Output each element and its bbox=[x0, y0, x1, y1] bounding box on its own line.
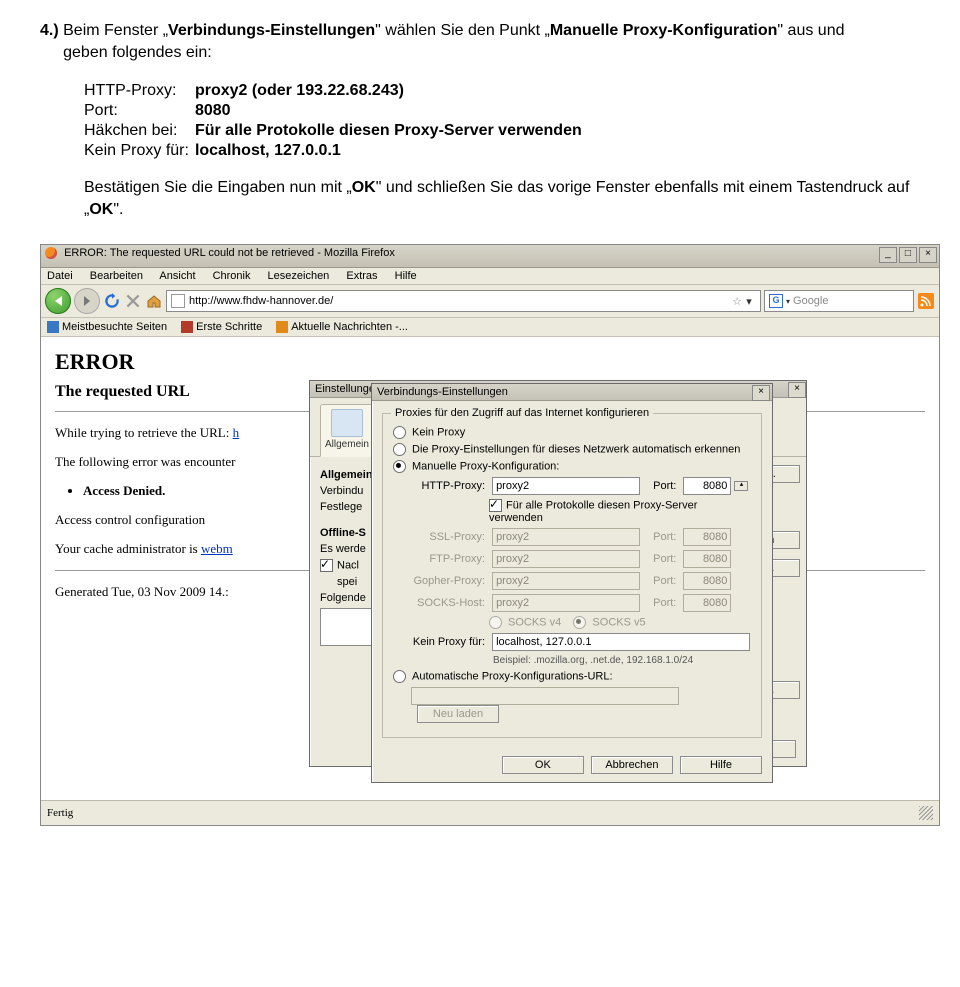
all-protocols-checkbox[interactable] bbox=[489, 499, 502, 512]
search-placeholder: Google bbox=[793, 295, 828, 307]
tab-allgemein[interactable]: Allgemein bbox=[320, 404, 374, 457]
feed-icon bbox=[918, 293, 934, 309]
maximize-button[interactable]: □ bbox=[899, 247, 917, 263]
settings-table: HTTP-Proxy:proxy2 (oder 193.22.68.243) P… bbox=[84, 81, 588, 161]
home-icon bbox=[146, 293, 162, 309]
reload-button[interactable]: Neu laden bbox=[417, 705, 499, 723]
bookmark-most-visited[interactable]: Meistbesuchte Seiten bbox=[47, 321, 167, 333]
close-icon[interactable]: × bbox=[752, 385, 770, 401]
stop-icon bbox=[124, 292, 142, 310]
no-proxy-hint: Beispiel: .mozilla.org, .net.de, 192.168… bbox=[493, 655, 751, 666]
page-icon bbox=[171, 294, 185, 308]
radio-auto-detect[interactable] bbox=[393, 443, 406, 456]
arrow-left-icon bbox=[55, 296, 62, 306]
ssl-port-field: 8080 bbox=[683, 528, 731, 546]
url-bar[interactable]: http://www.fhdw-hannover.de/ ☆ ▾ bbox=[166, 290, 761, 312]
http-port-field[interactable]: 8080 bbox=[683, 477, 731, 495]
radio-manual-proxy[interactable] bbox=[393, 460, 406, 473]
toolbar: http://www.fhdw-hannover.de/ ☆ ▾ G▾ Goog… bbox=[41, 285, 939, 318]
gopher-port-field: 8080 bbox=[683, 572, 731, 590]
arrow-right-icon bbox=[84, 296, 90, 306]
radio-auto-config-url[interactable] bbox=[393, 670, 406, 683]
error-heading: ERROR bbox=[55, 349, 925, 375]
ok-button[interactable]: OK bbox=[502, 756, 584, 774]
bookmarks-bar: Meistbesuchte Seiten Erste Schritte Aktu… bbox=[41, 318, 939, 337]
menu-hilfe[interactable]: Hilfe bbox=[395, 270, 417, 282]
ftp-proxy-field: proxy2 bbox=[492, 550, 640, 568]
radio-no-proxy[interactable] bbox=[393, 426, 406, 439]
no-proxy-field[interactable]: localhost, 127.0.0.1 bbox=[492, 633, 750, 651]
stop-button[interactable] bbox=[124, 292, 142, 310]
socks-host-field: proxy2 bbox=[492, 594, 640, 612]
resize-grip-icon[interactable] bbox=[919, 806, 933, 820]
bookmark-icon bbox=[276, 321, 288, 333]
search-box[interactable]: G▾ Google bbox=[764, 290, 914, 312]
back-button[interactable] bbox=[45, 288, 71, 314]
ssl-proxy-field: proxy2 bbox=[492, 528, 640, 546]
proxy-group-legend: Proxies für den Zugriff auf das Internet… bbox=[391, 407, 653, 419]
tab-icon bbox=[331, 409, 363, 437]
firefox-icon bbox=[45, 247, 57, 259]
webmaster-link[interactable]: webm bbox=[201, 541, 233, 556]
help-button[interactable]: Hilfe bbox=[680, 756, 762, 774]
close-button[interactable]: × bbox=[919, 247, 937, 263]
socks-port-field: 8080 bbox=[683, 594, 731, 612]
url-dropdown-icon[interactable]: ▾ bbox=[742, 295, 756, 308]
bookmark-news[interactable]: Aktuelle Nachrichten -... bbox=[276, 321, 408, 333]
confirm-text: Bestätigen Sie die Eingaben nun mit „OK"… bbox=[84, 177, 920, 220]
reload-icon bbox=[103, 292, 121, 310]
feed-button[interactable] bbox=[917, 292, 935, 310]
radio-socks-v5[interactable] bbox=[573, 616, 586, 629]
http-proxy-field[interactable]: proxy2 bbox=[492, 477, 640, 495]
ftp-port-field: 8080 bbox=[683, 550, 731, 568]
url-text: http://www.fhdw-hannover.de/ bbox=[189, 295, 728, 307]
home-button[interactable] bbox=[145, 292, 163, 310]
minimize-button[interactable]: _ bbox=[879, 247, 897, 263]
menu-chronik[interactable]: Chronik bbox=[213, 270, 251, 282]
bookmark-icon bbox=[181, 321, 193, 333]
bookmark-icon bbox=[47, 321, 59, 333]
gopher-proxy-field: proxy2 bbox=[492, 572, 640, 590]
status-text: Fertig bbox=[47, 807, 73, 819]
window-title: ERROR: The requested URL could not be re… bbox=[64, 247, 395, 259]
connection-settings-dialog[interactable]: Verbindungs-Einstellungen × Proxies für … bbox=[371, 383, 773, 783]
step-intro: 4.) Beim Fenster „Verbindungs-Einstellun… bbox=[40, 20, 920, 63]
bookmark-star-icon[interactable]: ☆ bbox=[732, 295, 742, 308]
auto-config-url-field bbox=[411, 687, 679, 705]
status-bar: Fertig bbox=[41, 800, 939, 825]
radio-socks-v4[interactable] bbox=[489, 616, 502, 629]
menubar[interactable]: Datei Bearbeiten Ansicht Chronik Lesezei… bbox=[41, 268, 939, 285]
list-field[interactable] bbox=[320, 608, 372, 646]
cancel-button[interactable]: Abbrechen bbox=[591, 756, 673, 774]
close-icon[interactable]: × bbox=[788, 382, 806, 398]
reload-button[interactable] bbox=[103, 292, 121, 310]
error-url-link[interactable]: h bbox=[233, 425, 240, 440]
titlebar[interactable]: ERROR: The requested URL could not be re… bbox=[41, 245, 939, 268]
connection-dialog-title[interactable]: Verbindungs-Einstellungen × bbox=[372, 384, 772, 401]
menu-ansicht[interactable]: Ansicht bbox=[159, 270, 195, 282]
menu-datei[interactable]: Datei bbox=[47, 270, 73, 282]
menu-bearbeiten[interactable]: Bearbeiten bbox=[90, 270, 143, 282]
firefox-window: ERROR: The requested URL could not be re… bbox=[40, 244, 940, 826]
forward-button[interactable] bbox=[74, 288, 100, 314]
menu-lesezeichen[interactable]: Lesezeichen bbox=[268, 270, 330, 282]
google-icon: G bbox=[769, 294, 783, 308]
menu-extras[interactable]: Extras bbox=[346, 270, 377, 282]
bookmark-first-steps[interactable]: Erste Schritte bbox=[181, 321, 262, 333]
cache-checkbox[interactable] bbox=[320, 559, 333, 572]
